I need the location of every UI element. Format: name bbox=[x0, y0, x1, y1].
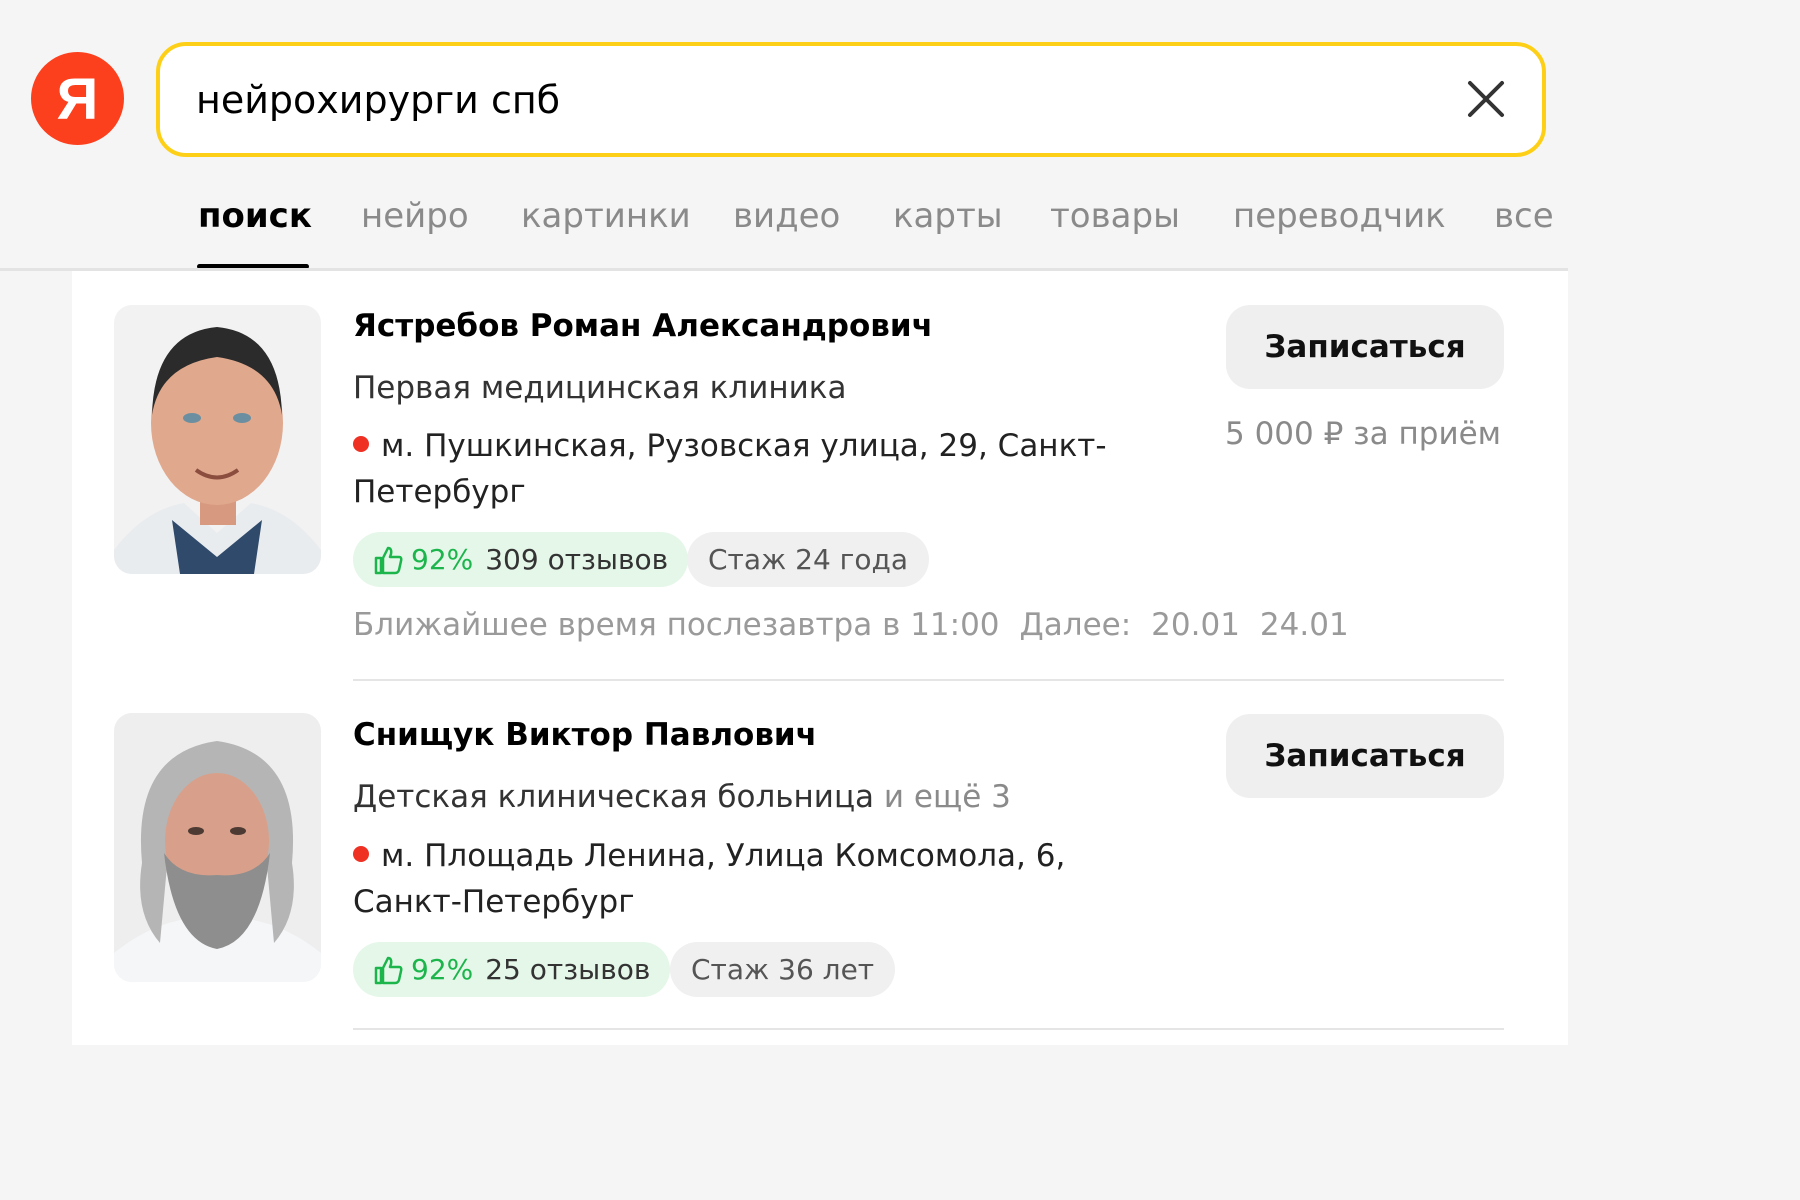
metro-dot-icon bbox=[353, 846, 369, 862]
search-box[interactable] bbox=[156, 42, 1546, 157]
clinic-name: Детская клиническая больница и ещё 3 bbox=[353, 779, 1011, 815]
doctor-name[interactable]: Снищук Виктор Павлович bbox=[353, 717, 817, 753]
tab-products[interactable]: товары bbox=[1050, 196, 1180, 236]
rating-badge[interactable]: 92% 25 отзывов bbox=[353, 942, 671, 997]
tab-translator[interactable]: переводчик bbox=[1233, 196, 1446, 236]
price: 5 000 ₽ за приём bbox=[1225, 416, 1502, 452]
close-icon[interactable] bbox=[1466, 79, 1506, 119]
result-divider bbox=[353, 679, 1504, 681]
result-divider bbox=[353, 1028, 1504, 1030]
address: м. Пушкинская, Рузовская улица, 29, Санк… bbox=[353, 423, 1153, 515]
doctor-photo[interactable] bbox=[114, 305, 321, 574]
reviews-count: 309 отзывов bbox=[485, 543, 669, 576]
book-button[interactable]: Записаться bbox=[1226, 305, 1504, 389]
book-button[interactable]: Записаться bbox=[1226, 714, 1504, 798]
address-text: м. Пушкинская, Рузовская улица, 29, Санк… bbox=[353, 428, 1107, 510]
clinic-label: Детская клиническая больница bbox=[353, 779, 875, 815]
logo-letter: Я bbox=[56, 66, 99, 132]
reviews-count: 25 отзывов bbox=[485, 953, 651, 986]
rating-percent: 92% bbox=[411, 543, 474, 576]
experience-badge: Стаж 24 года bbox=[687, 532, 930, 587]
clinic-more-link[interactable]: и ещё 3 bbox=[884, 779, 1011, 815]
metro-dot-icon bbox=[353, 436, 369, 452]
address-text: м. Площадь Ленина, Улица Комсомола, 6, С… bbox=[353, 838, 1066, 920]
doctor-results: Ястребов Роман Александрович Первая меди… bbox=[72, 271, 1568, 1045]
thumbs-up-icon bbox=[374, 956, 403, 984]
experience-badge: Стаж 36 лет bbox=[670, 942, 896, 997]
tab-video[interactable]: видео bbox=[733, 196, 840, 236]
rating-badge[interactable]: 92% 309 отзывов bbox=[353, 532, 689, 587]
yandex-logo[interactable]: Я bbox=[31, 52, 124, 145]
tab-maps[interactable]: карты bbox=[893, 196, 1003, 236]
search-input[interactable] bbox=[196, 46, 1436, 153]
next-label: Далее: bbox=[1019, 607, 1132, 643]
tab-search[interactable]: поиск bbox=[198, 196, 312, 236]
slot-date[interactable]: 24.01 bbox=[1260, 607, 1349, 643]
clinic-label: Первая медицинская клиника bbox=[353, 370, 847, 406]
tab-images[interactable]: картинки bbox=[521, 196, 691, 236]
tab-all[interactable]: все bbox=[1494, 196, 1554, 236]
rating-percent: 92% bbox=[411, 953, 474, 986]
thumbs-up-icon bbox=[374, 546, 403, 574]
search-tabs: поиск нейро картинки видео карты товары … bbox=[0, 176, 1568, 270]
nearest-time[interactable]: Ближайшее время послезавтра в 11:00 bbox=[353, 607, 1000, 643]
clinic-name: Первая медицинская клиника bbox=[353, 370, 846, 406]
slot-date[interactable]: 20.01 bbox=[1151, 607, 1240, 643]
address: м. Площадь Ленина, Улица Комсомола, 6, С… bbox=[353, 833, 1113, 925]
doctor-name[interactable]: Ястребов Роман Александрович bbox=[353, 308, 933, 344]
tab-neuro[interactable]: нейро bbox=[361, 196, 469, 236]
appointment-slots: Ближайшее время послезавтра в 11:00 Далее… bbox=[353, 607, 1349, 643]
doctor-photo[interactable] bbox=[114, 713, 321, 982]
